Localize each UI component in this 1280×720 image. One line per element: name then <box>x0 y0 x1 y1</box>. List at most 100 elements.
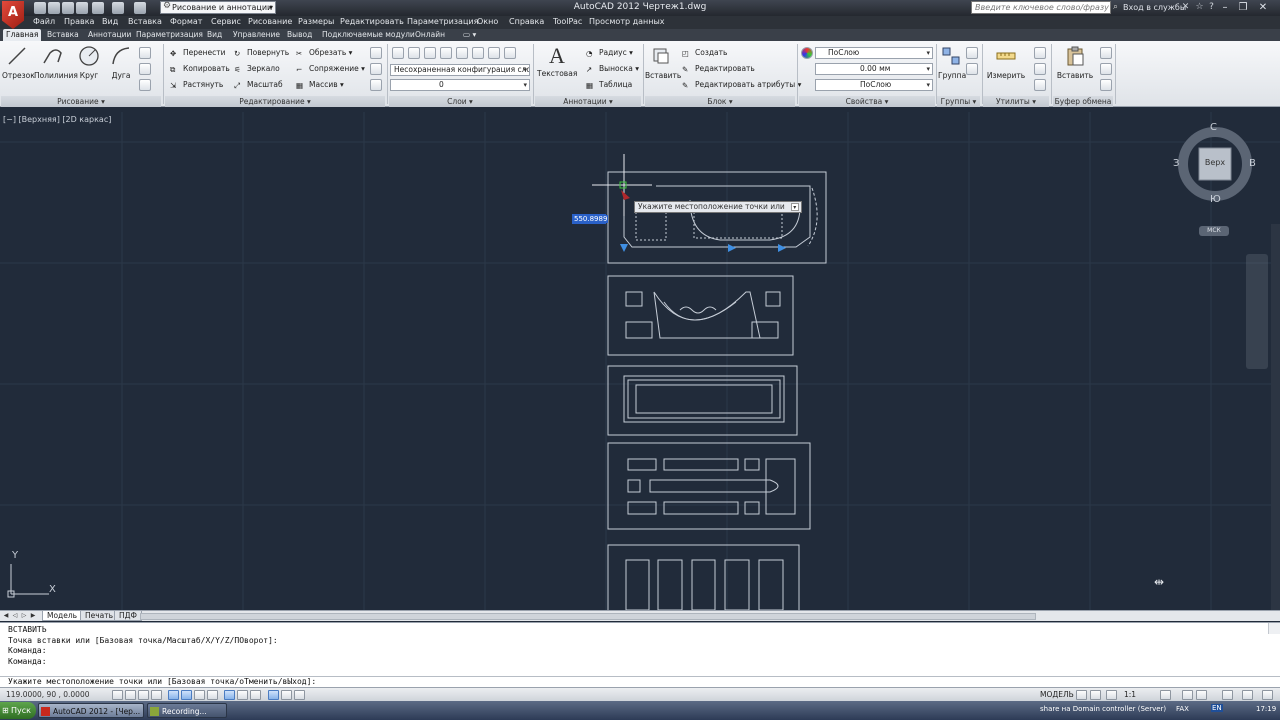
menu-edit[interactable]: Правка <box>64 17 94 26</box>
object-snap-tracking-icon[interactable] <box>207 690 218 700</box>
tab-model[interactable]: Модель <box>42 611 83 621</box>
ungroup-icon[interactable] <box>966 47 978 59</box>
clipboard-panel-title[interactable]: Буфер обмена <box>1053 96 1113 107</box>
annotation-panel-title[interactable]: Аннотации ▾ <box>535 96 641 107</box>
compass-east[interactable]: В <box>1249 158 1256 169</box>
scale-tool[interactable]: ⤢ Масштаб <box>234 79 283 91</box>
layers-panel-title[interactable]: Слои ▾ <box>389 96 531 107</box>
new-file-icon[interactable] <box>34 2 46 14</box>
grid-display-icon[interactable] <box>138 690 149 700</box>
group-edit-icon[interactable] <box>966 63 978 75</box>
match-properties-icon[interactable] <box>801 47 813 59</box>
menu-window[interactable]: Окно <box>477 17 498 26</box>
arc-tool[interactable]: Дуга <box>108 45 134 80</box>
draw-panel-title[interactable]: Рисование ▾ <box>1 96 161 107</box>
rotate-tool[interactable]: ↻ Повернуть <box>234 47 289 59</box>
save-as-icon[interactable] <box>76 2 88 14</box>
layer-lock-icon[interactable] <box>472 47 484 59</box>
menu-format[interactable]: Формат <box>170 17 202 26</box>
circle-tool[interactable]: Круг <box>76 45 102 80</box>
taskbar-recording[interactable]: Recording... <box>147 703 227 718</box>
id-point-icon[interactable] <box>1034 79 1046 91</box>
annotation-scale-icon[interactable] <box>1106 690 1117 700</box>
menu-tools[interactable]: Сервис <box>211 17 241 26</box>
tab-manage[interactable]: Управление <box>233 30 280 39</box>
menu-parametric[interactable]: Параметризация <box>407 17 478 26</box>
vertical-scrollbar[interactable] <box>1271 224 1280 610</box>
print-icon[interactable] <box>92 2 104 14</box>
selection-cycling-icon[interactable] <box>294 690 305 700</box>
next-layout-icon[interactable]: ▷ <box>20 612 28 620</box>
isolate-objects-icon[interactable] <box>1242 690 1253 700</box>
clean-screen-icon[interactable] <box>1262 690 1273 700</box>
block-panel-title[interactable]: Блок ▾ <box>645 96 795 107</box>
restore-icon[interactable]: ❐ <box>1236 1 1250 14</box>
lock-ui-icon[interactable] <box>1196 690 1207 700</box>
drawing-canvas[interactable]: [−] [Верхняя] [2D каркас] Верх С Ю З В М… <box>0 112 1280 610</box>
compass-south[interactable]: Ю <box>1210 194 1221 205</box>
layer-properties-icon[interactable] <box>392 47 404 59</box>
layer-previous-icon[interactable] <box>504 47 516 59</box>
exchange-icon[interactable]: ✕ <box>1180 2 1191 13</box>
tab-parametric[interactable]: Параметризация <box>136 30 203 39</box>
measure-tool[interactable]: Измерить <box>986 45 1026 80</box>
tray-network-status[interactable]: share на Domain controller (Server) <box>1040 705 1166 713</box>
3d-object-snap-icon[interactable] <box>194 690 205 700</box>
line-tool[interactable]: Отрезок <box>2 45 35 80</box>
taskbar-autocad[interactable]: AutoCAD 2012 - [Чер... <box>38 703 144 718</box>
array-tool[interactable]: ▦ Массив ▾ <box>296 79 344 91</box>
menu-modify[interactable]: Редактировать <box>340 17 404 26</box>
menu-file[interactable]: Файл <box>33 17 55 26</box>
layer-state-select[interactable]: Несохраненная конфигурация слоев <box>390 64 530 76</box>
tab-layout-pdf[interactable]: ПДФ <box>114 611 142 621</box>
workspace-select[interactable]: Рисование и аннотации <box>160 1 276 14</box>
coordinates-display[interactable]: 119.0000, 90 , 0.0000 <box>6 690 90 699</box>
menu-data-view[interactable]: Просмотр данных <box>589 17 665 26</box>
help-icon[interactable]: ? <box>1206 2 1217 13</box>
current-layer-select[interactable]: 0 <box>390 79 530 91</box>
save-icon[interactable] <box>62 2 74 14</box>
color-select[interactable]: ПоСлою <box>815 47 933 59</box>
menu-insert[interactable]: Вставка <box>128 17 162 26</box>
prev-layout-icon[interactable]: ◁ <box>11 612 19 620</box>
transparency-icon[interactable] <box>268 690 279 700</box>
start-button[interactable]: Пуск <box>0 702 36 719</box>
trim-tool[interactable]: ✂ Обрезать ▾ <box>296 47 352 59</box>
tray-fax[interactable]: FAX <box>1176 705 1189 713</box>
stretch-tool[interactable]: ⇲ Растянуть <box>170 79 223 91</box>
region-icon[interactable] <box>139 79 151 91</box>
lineweight-select[interactable]: 0.00 мм <box>815 63 933 75</box>
rectangle-icon[interactable] <box>139 47 151 59</box>
hatch-icon[interactable] <box>139 63 151 75</box>
close-icon[interactable]: ✕ <box>1256 1 1270 14</box>
radius-tool[interactable]: ◔ Радиус ▾ <box>586 47 633 59</box>
last-layout-icon[interactable]: ▶ <box>29 612 37 620</box>
quick-view-layouts-icon[interactable] <box>1076 690 1087 700</box>
annotation-visibility-icon[interactable] <box>1160 690 1171 700</box>
ribbon-toggle-icon[interactable]: ▭ ▾ <box>463 30 476 39</box>
lineweight-icon[interactable] <box>250 690 261 700</box>
polar-tracking-icon[interactable] <box>168 690 179 700</box>
quick-properties-icon[interactable] <box>281 690 292 700</box>
cut-icon[interactable] <box>1100 47 1112 59</box>
viewcube[interactable]: Верх С Ю З В <box>1173 122 1256 205</box>
tab-layout-print[interactable]: Печать <box>80 611 119 621</box>
command-scrollbar[interactable] <box>1268 623 1280 634</box>
move-tool[interactable]: ✥ Перенести <box>170 47 226 59</box>
hardware-acceleration-icon[interactable] <box>1222 690 1233 700</box>
menu-view[interactable]: Вид <box>102 17 118 26</box>
language-indicator[interactable]: EN <box>1211 704 1223 712</box>
tooltip-options-icon[interactable]: ▾ <box>790 203 799 211</box>
linetype-select[interactable]: ПоСлою <box>815 79 933 91</box>
table-tool[interactable]: ▦ Таблица <box>586 79 632 91</box>
explode-icon[interactable] <box>370 63 382 75</box>
viewcube-top-face[interactable]: Верх <box>1199 158 1231 167</box>
modify-panel-title[interactable]: Редактирование ▾ <box>165 96 385 107</box>
tab-annotate[interactable]: Аннотации <box>88 30 131 39</box>
clock[interactable]: 17:19 <box>1256 705 1276 713</box>
menu-dimension[interactable]: Размеры <box>298 17 334 26</box>
compass-west[interactable]: З <box>1173 158 1179 169</box>
fillet-tool[interactable]: ⌐ Сопряжение ▾ <box>296 63 365 75</box>
insert-block-tool[interactable]: Вставить <box>645 45 681 80</box>
dynamic-input-icon[interactable] <box>237 690 248 700</box>
